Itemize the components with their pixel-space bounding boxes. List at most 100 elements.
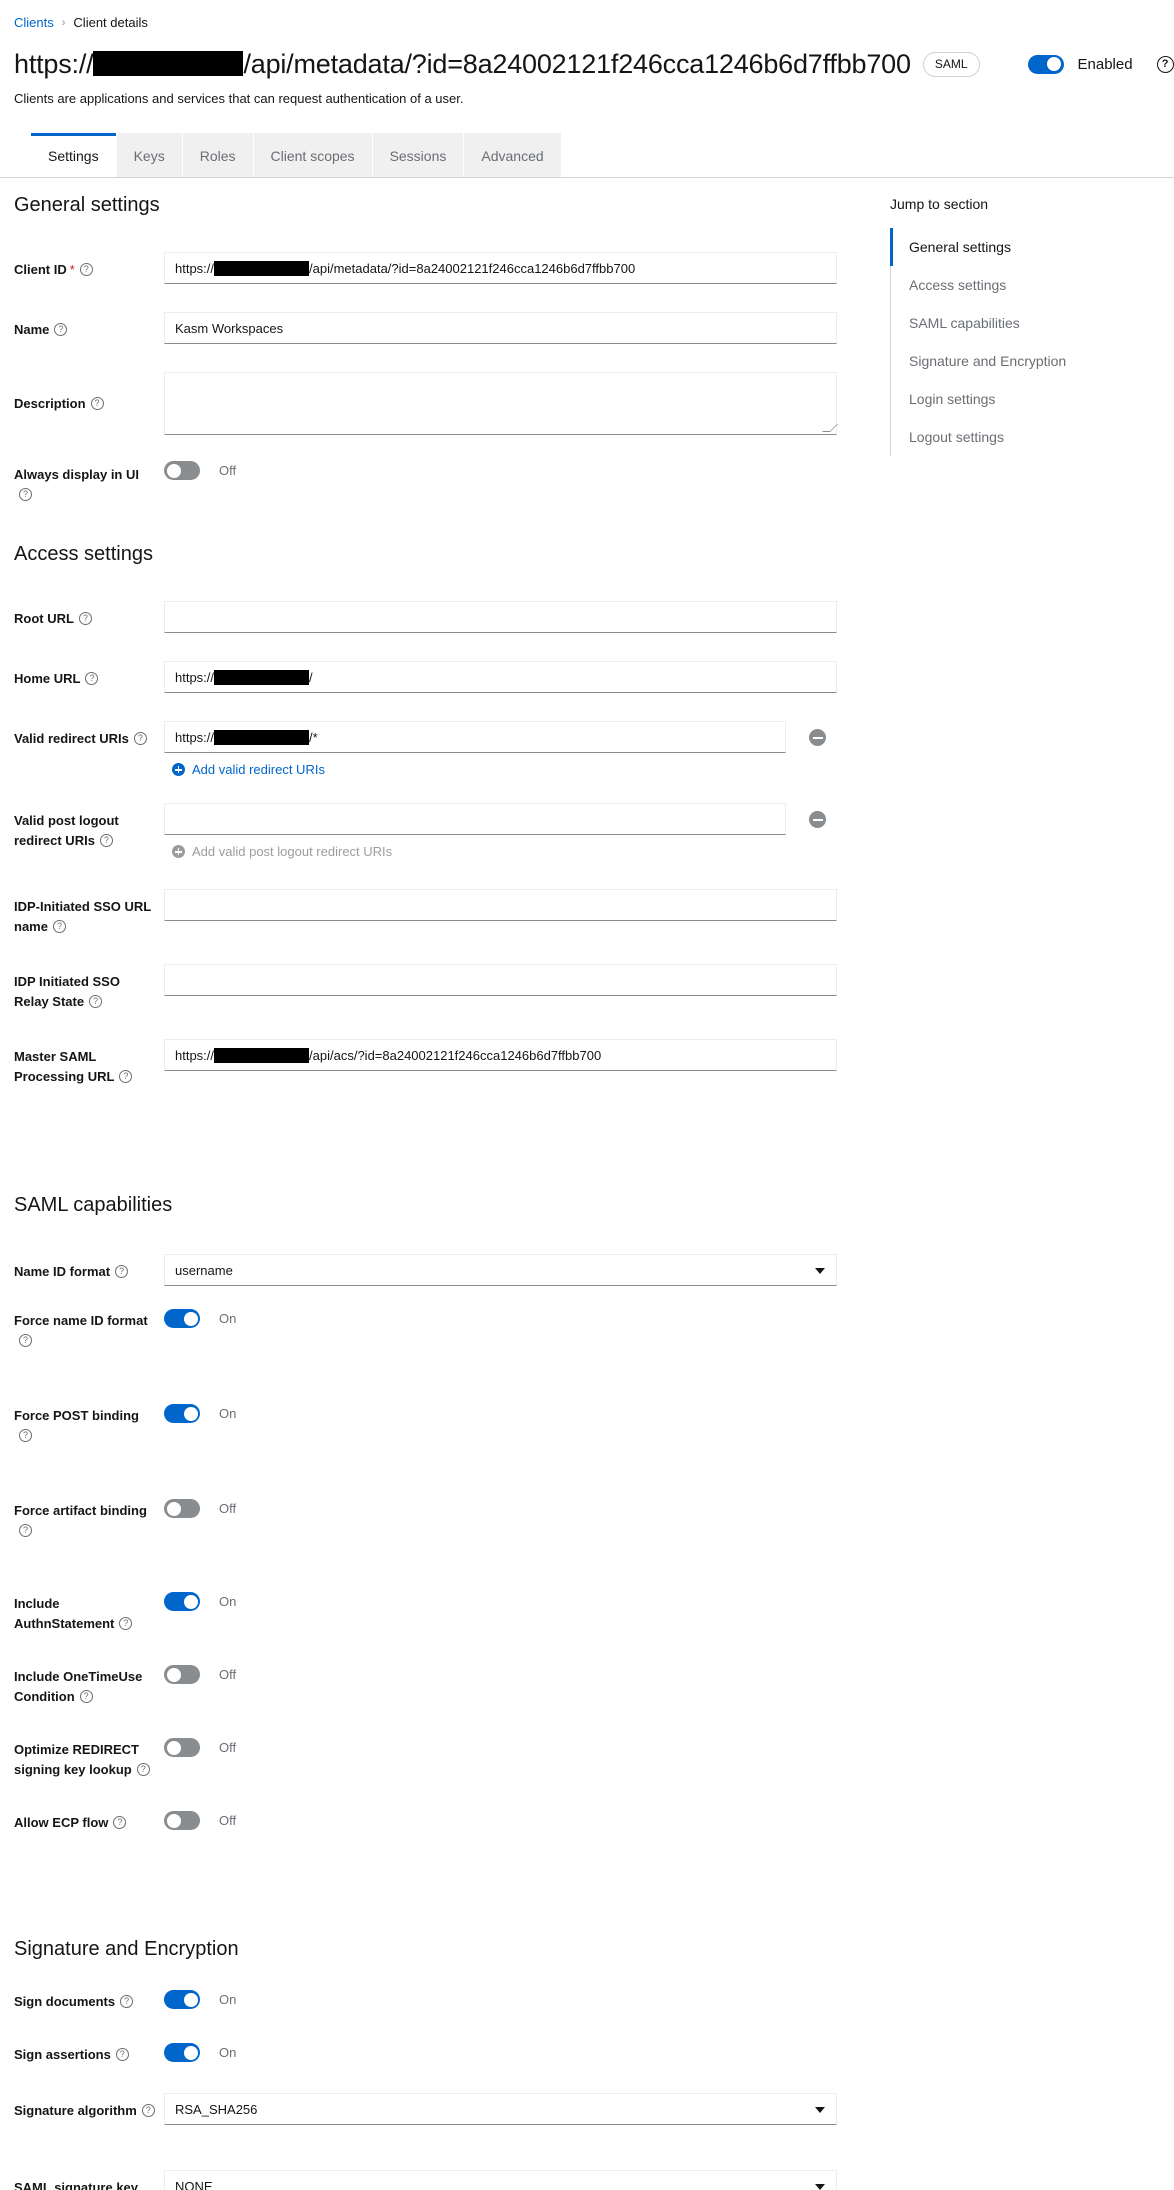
- label-always-display-in-ui: Always display in UI?: [0, 461, 164, 505]
- redacted-hostname: [214, 730, 309, 745]
- label-force-post-binding: Force POST binding?: [0, 1404, 164, 1446]
- tab-client-scopes[interactable]: Client scopes: [254, 133, 373, 178]
- control-name: Kasm Workspaces: [164, 312, 880, 344]
- breadcrumb-separator-icon: ›: [62, 14, 66, 32]
- saml-signature-key-name-select[interactable]: NONE: [164, 2170, 837, 2190]
- label-include-authn-statement: Include AuthnStatement?: [0, 1592, 164, 1634]
- root-url-input[interactable]: [164, 601, 837, 633]
- home-url-input[interactable]: https:///: [164, 661, 837, 693]
- signature-algorithm-select[interactable]: RSA_SHA256: [164, 2093, 837, 2125]
- chevron-down-icon: [815, 1268, 825, 1274]
- help-icon-name[interactable]: ?: [54, 323, 67, 336]
- enabled-label: Enabled: [1078, 56, 1133, 73]
- help-icon-allow-ecp-flow[interactable]: ?: [113, 1816, 126, 1829]
- jump-to-section-title: Jump to section: [890, 196, 1174, 212]
- name-input[interactable]: Kasm Workspaces: [164, 312, 837, 344]
- jump-item-saml-capabilities[interactable]: SAML capabilities: [890, 304, 1174, 342]
- help-icon-include-onetimeuse-condition[interactable]: ?: [80, 1690, 93, 1703]
- tab-roles[interactable]: Roles: [183, 133, 254, 178]
- include-authn-statement-toggle[interactable]: [164, 1592, 200, 1611]
- jump-to-section-panel: Jump to section General settings Access …: [890, 196, 1174, 456]
- tab-keys[interactable]: Keys: [117, 133, 183, 178]
- client-enabled-toggle[interactable]: [1028, 55, 1064, 74]
- optimize-redirect-signing-key-lookup-state: Off: [219, 1740, 236, 1755]
- help-icon-home-url[interactable]: ?: [85, 672, 98, 685]
- valid-redirect-uris-input[interactable]: https:///*: [164, 721, 786, 753]
- allow-ecp-flow-toggle[interactable]: [164, 1811, 200, 1830]
- help-icon-valid-redirect-uris[interactable]: ?: [134, 732, 147, 745]
- force-name-id-format-toggle[interactable]: [164, 1309, 200, 1328]
- label-force-name-id-format: Force name ID format?: [0, 1309, 164, 1351]
- idp-initiated-sso-relay-state-input[interactable]: [164, 964, 837, 996]
- help-icon-client-id[interactable]: ?: [80, 263, 93, 276]
- control-include-onetimeuse-condition: Off: [164, 1665, 880, 1684]
- help-icon-master-saml-processing-url[interactable]: ?: [119, 1070, 132, 1083]
- help-icon-force-artifact-binding[interactable]: ?: [19, 1524, 32, 1537]
- control-sign-assertions: On: [164, 2043, 880, 2062]
- help-icon-root-url[interactable]: ?: [79, 612, 92, 625]
- include-onetimeuse-condition-state: Off: [219, 1667, 236, 1682]
- jump-item-signature-and-encryption[interactable]: Signature and Encryption: [890, 342, 1174, 380]
- master-saml-processing-url-input[interactable]: https:///api/acs/?id=8a24002121f246cca12…: [164, 1039, 837, 1071]
- control-client-id: https:///api/metadata/?id=8a24002121f246…: [164, 252, 880, 284]
- remove-valid-post-logout-redirect-uri-button[interactable]: [809, 811, 826, 828]
- redacted-hostname: [214, 261, 309, 276]
- control-force-name-id-format: On: [164, 1309, 880, 1328]
- add-valid-redirect-uris-button[interactable]: Add valid redirect URIs: [172, 762, 325, 777]
- help-icon-always-display-in-ui[interactable]: ?: [19, 488, 32, 501]
- force-post-binding-toggle[interactable]: [164, 1404, 200, 1423]
- jump-item-access-settings[interactable]: Access settings: [890, 266, 1174, 304]
- add-valid-post-logout-redirect-uris-button[interactable]: Add valid post logout redirect URIs: [172, 844, 392, 859]
- help-icon-sign-documents[interactable]: ?: [120, 1995, 133, 2008]
- jump-item-general-settings[interactable]: General settings: [890, 228, 1174, 266]
- label-valid-post-logout-redirect-uris: Valid post logout redirect URIs?: [0, 803, 164, 851]
- plus-circle-icon: [172, 845, 185, 858]
- sign-assertions-toggle[interactable]: [164, 2043, 200, 2062]
- help-icon-valid-post-logout-redirect-uris[interactable]: ?: [100, 834, 113, 847]
- include-onetimeuse-condition-toggle[interactable]: [164, 1665, 200, 1684]
- help-icon-sign-assertions[interactable]: ?: [116, 2048, 129, 2061]
- help-icon-force-name-id-format[interactable]: ?: [19, 1334, 32, 1347]
- description-textarea[interactable]: [164, 372, 837, 435]
- always-display-in-ui-toggle[interactable]: [164, 461, 200, 480]
- force-artifact-binding-toggle[interactable]: [164, 1499, 200, 1518]
- client-id-input[interactable]: https:///api/metadata/?id=8a24002121f246…: [164, 252, 837, 284]
- help-icon-description[interactable]: ?: [91, 397, 104, 410]
- label-allow-ecp-flow: Allow ECP flow?: [0, 1811, 164, 1833]
- help-icon-idp-initiated-sso-url-name[interactable]: ?: [53, 920, 66, 933]
- label-signature-algorithm: Signature algorithm?: [0, 2093, 164, 2121]
- help-icon-signature-algorithm[interactable]: ?: [142, 2104, 155, 2117]
- help-icon-name-id-format[interactable]: ?: [115, 1265, 128, 1278]
- jump-item-login-settings[interactable]: Login settings: [890, 380, 1174, 418]
- force-artifact-binding-state: Off: [219, 1501, 236, 1516]
- toggle-knob: [167, 464, 181, 478]
- breadcrumb-link-clients[interactable]: Clients: [14, 14, 54, 32]
- toggle-knob: [167, 1502, 181, 1516]
- tab-sessions[interactable]: Sessions: [373, 133, 465, 178]
- remove-valid-redirect-uri-button[interactable]: [809, 729, 826, 746]
- valid-post-logout-redirect-uris-input[interactable]: [164, 803, 786, 835]
- question-circle-icon[interactable]: ?: [1157, 56, 1174, 73]
- help-icon-optimize-redirect-signing-key-lookup[interactable]: ?: [137, 1763, 150, 1776]
- jump-item-logout-settings[interactable]: Logout settings: [890, 418, 1174, 456]
- tab-advanced[interactable]: Advanced: [464, 133, 561, 178]
- settings-form: General settings Client ID*? https:///ap…: [0, 190, 880, 2190]
- control-valid-post-logout-redirect-uris: Add valid post logout redirect URIs: [164, 803, 880, 863]
- plus-circle-icon: [172, 763, 185, 776]
- label-saml-signature-key-name: SAML signature key name?: [0, 2170, 164, 2190]
- client-tabs: Settings Keys Roles Client scopes Sessio…: [31, 133, 562, 178]
- name-id-format-select[interactable]: username: [164, 1254, 837, 1286]
- breadcrumb-current: Client details: [73, 14, 147, 32]
- toggle-knob: [167, 1814, 181, 1828]
- optimize-redirect-signing-key-lookup-toggle[interactable]: [164, 1738, 200, 1757]
- help-icon-force-post-binding[interactable]: ?: [19, 1429, 32, 1442]
- sign-documents-toggle[interactable]: [164, 1990, 200, 2009]
- section-title-general-settings: General settings: [14, 192, 880, 218]
- control-always-display-in-ui: Off: [164, 461, 880, 480]
- help-icon-include-authn-statement[interactable]: ?: [119, 1617, 132, 1630]
- idp-initiated-sso-url-name-input[interactable]: [164, 889, 837, 921]
- control-optimize-redirect-signing-key-lookup: Off: [164, 1738, 880, 1757]
- help-icon-idp-initiated-sso-relay-state[interactable]: ?: [89, 995, 102, 1008]
- control-master-saml-processing-url: https:///api/acs/?id=8a24002121f246cca12…: [164, 1039, 880, 1071]
- tab-settings[interactable]: Settings: [31, 133, 117, 178]
